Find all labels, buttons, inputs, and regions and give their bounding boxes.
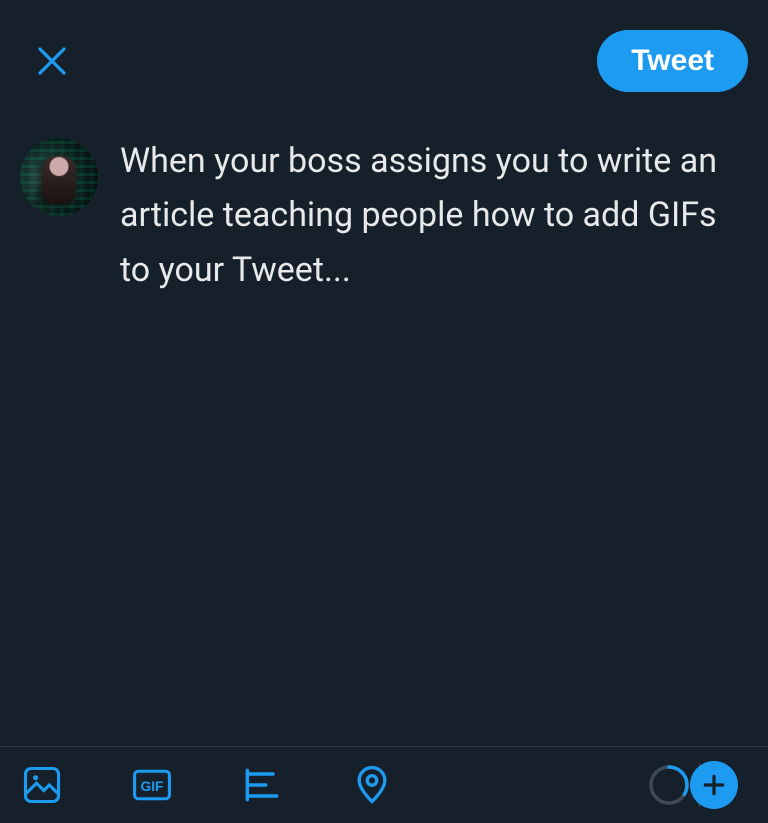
close-button[interactable] xyxy=(30,39,74,83)
close-icon xyxy=(34,43,70,79)
right-tools xyxy=(647,761,752,809)
tweet-button[interactable]: Tweet xyxy=(597,30,748,92)
header: Tweet xyxy=(0,0,768,112)
spacer xyxy=(0,297,768,746)
poll-icon xyxy=(240,763,284,807)
location-button[interactable] xyxy=(348,761,396,809)
compose-screen: Tweet When your boss assigns you to writ… xyxy=(0,0,768,823)
avatar[interactable] xyxy=(20,138,98,216)
svg-text:GIF: GIF xyxy=(141,779,164,794)
add-thread-button[interactable] xyxy=(690,761,738,809)
poll-button[interactable] xyxy=(238,761,286,809)
plus-icon xyxy=(701,772,727,798)
compose-area: When your boss assigns you to write an a… xyxy=(0,112,768,297)
toolbar: GIF xyxy=(0,746,768,823)
image-icon xyxy=(20,763,64,807)
char-count-ring xyxy=(647,763,691,807)
gif-button[interactable]: GIF xyxy=(128,761,176,809)
gif-icon: GIF xyxy=(130,763,174,807)
media-button[interactable] xyxy=(18,761,66,809)
tweet-text-input[interactable]: When your boss assigns you to write an a… xyxy=(120,134,748,297)
location-icon xyxy=(350,763,394,807)
